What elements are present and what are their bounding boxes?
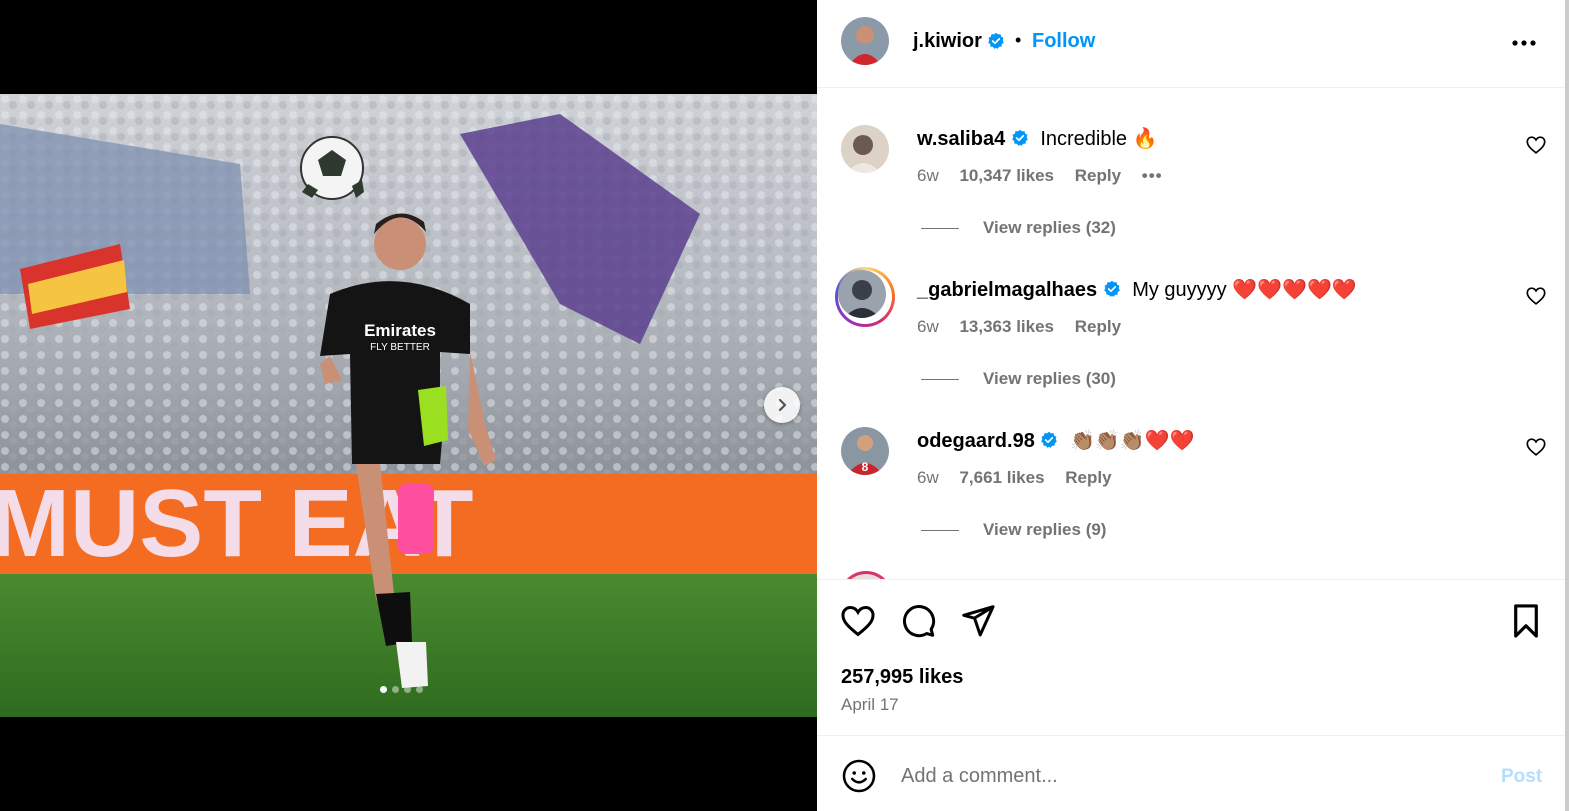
heart-icon[interactable] <box>1525 436 1547 458</box>
comments-list[interactable]: w.saliba4 Incredible 🔥 6w 10,347 likes R… <box>817 89 1565 579</box>
comment-text: My guyyyy ❤️❤️❤️❤️❤️ <box>1132 279 1357 301</box>
post-photo: MUST EAT Emirates FLY BETTER <box>0 94 817 717</box>
post-side-panel: j.kiwior • Follow w.saliba4 Incredible 🔥… <box>817 0 1565 811</box>
commenter-avatar[interactable] <box>841 125 889 173</box>
view-replies-button[interactable]: View replies (32) <box>921 218 1116 238</box>
comment-username[interactable]: _gabrielmagalhaes <box>917 279 1097 301</box>
post-header: j.kiwior • Follow <box>817 0 1565 88</box>
heart-icon[interactable] <box>1525 285 1547 307</box>
comment-input[interactable] <box>901 760 1471 792</box>
comment-text: Incredible 🔥 <box>1040 128 1158 150</box>
post-likes-count[interactable]: 257,995 likes <box>841 666 963 689</box>
kit-sponsor-subtext: FLY BETTER <box>370 342 430 353</box>
heart-icon[interactable] <box>1525 134 1547 156</box>
comment-item: w.saliba4 Incredible 🔥 6w 10,347 likes R… <box>817 89 1565 239</box>
svg-text:8: 8 <box>862 460 869 474</box>
header-separator: • <box>1015 30 1022 50</box>
view-replies-label: View replies (9) <box>983 520 1107 539</box>
carousel-dot <box>392 686 399 693</box>
comment-likes[interactable]: 13,363 likes <box>959 317 1054 336</box>
story-ring[interactable] <box>835 267 895 327</box>
carousel-indicator <box>380 686 423 693</box>
comment-item: 8 odegaard.98 👏🏽👏🏽👏🏽❤️❤️ 6w 7,661 likes … <box>817 391 1565 541</box>
chevron-right-icon <box>778 398 787 412</box>
reply-button[interactable]: Reply <box>1065 468 1111 487</box>
verified-badge-icon <box>1011 129 1028 146</box>
emoji-icon[interactable] <box>841 758 877 794</box>
view-replies-label: View replies (32) <box>983 218 1116 237</box>
comment-line: _gabrielmagalhaes My guyyyy ❤️❤️❤️❤️❤️ <box>917 277 1357 302</box>
post-actions: 257,995 likes April 17 <box>817 579 1565 735</box>
carousel-next-button[interactable] <box>764 387 800 423</box>
follow-button[interactable]: Follow <box>1032 30 1095 53</box>
reply-button[interactable]: Reply <box>1075 166 1121 185</box>
more-horizontal-icon[interactable] <box>1509 28 1539 58</box>
reply-button[interactable]: Reply <box>1075 317 1121 336</box>
carousel-dot <box>380 686 387 693</box>
football-player-photo: MUST EAT Emirates FLY BETTER <box>0 94 817 717</box>
comment-age: 6w <box>917 317 939 336</box>
comment-composer: Post <box>817 735 1565 811</box>
view-replies-label: View replies (30) <box>983 369 1116 388</box>
football <box>300 136 364 200</box>
verified-badge-icon <box>988 32 1004 49</box>
post-media: MUST EAT Emirates FLY BETTER <box>0 0 817 811</box>
author-username[interactable]: j.kiwior <box>913 30 982 53</box>
commenter-avatar[interactable]: 8 <box>841 427 889 475</box>
carousel-dot <box>404 686 411 693</box>
next-comment-avatar[interactable] <box>839 571 893 579</box>
verified-badge-icon <box>1103 280 1120 297</box>
comment-line: w.saliba4 Incredible 🔥 <box>917 126 1158 151</box>
comment-meta: 6w 10,347 likes Reply ••• <box>917 166 1179 186</box>
bookmark-icon[interactable] <box>1507 602 1545 640</box>
post-date[interactable]: April 17 <box>841 695 899 715</box>
verified-badge-icon <box>1041 431 1058 448</box>
comment-username[interactable]: w.saliba4 <box>917 128 1005 150</box>
commenter-avatar <box>838 270 886 318</box>
comment-icon[interactable] <box>899 602 937 640</box>
kit-sponsor-text: Emirates <box>364 321 436 340</box>
comment-text: 👏🏽👏🏽👏🏽❤️❤️ <box>1069 430 1195 452</box>
comment-options-button[interactable]: ••• <box>1142 166 1163 185</box>
comment-line: odegaard.98 👏🏽👏🏽👏🏽❤️❤️ <box>917 428 1194 453</box>
comment-username[interactable]: odegaard.98 <box>917 430 1035 452</box>
comment-likes[interactable]: 10,347 likes <box>959 166 1054 185</box>
author-avatar[interactable] <box>841 17 889 65</box>
comment-age: 6w <box>917 468 939 487</box>
post-comment-button[interactable]: Post <box>1501 766 1542 788</box>
comment-age: 6w <box>917 166 939 185</box>
comment-meta: 6w 7,661 likes Reply <box>917 468 1128 488</box>
view-replies-button[interactable]: View replies (9) <box>921 520 1106 540</box>
carousel-dot <box>416 686 423 693</box>
heart-icon[interactable] <box>839 602 877 640</box>
comment-item: _gabrielmagalhaes My guyyyy ❤️❤️❤️❤️❤️ 6… <box>817 240 1565 390</box>
view-replies-button[interactable]: View replies (30) <box>921 369 1116 389</box>
comment-likes[interactable]: 7,661 likes <box>959 468 1044 487</box>
page-scrollbar[interactable] <box>1565 0 1569 811</box>
comment-meta: 6w 13,363 likes Reply <box>917 317 1137 337</box>
send-icon[interactable] <box>959 602 997 640</box>
